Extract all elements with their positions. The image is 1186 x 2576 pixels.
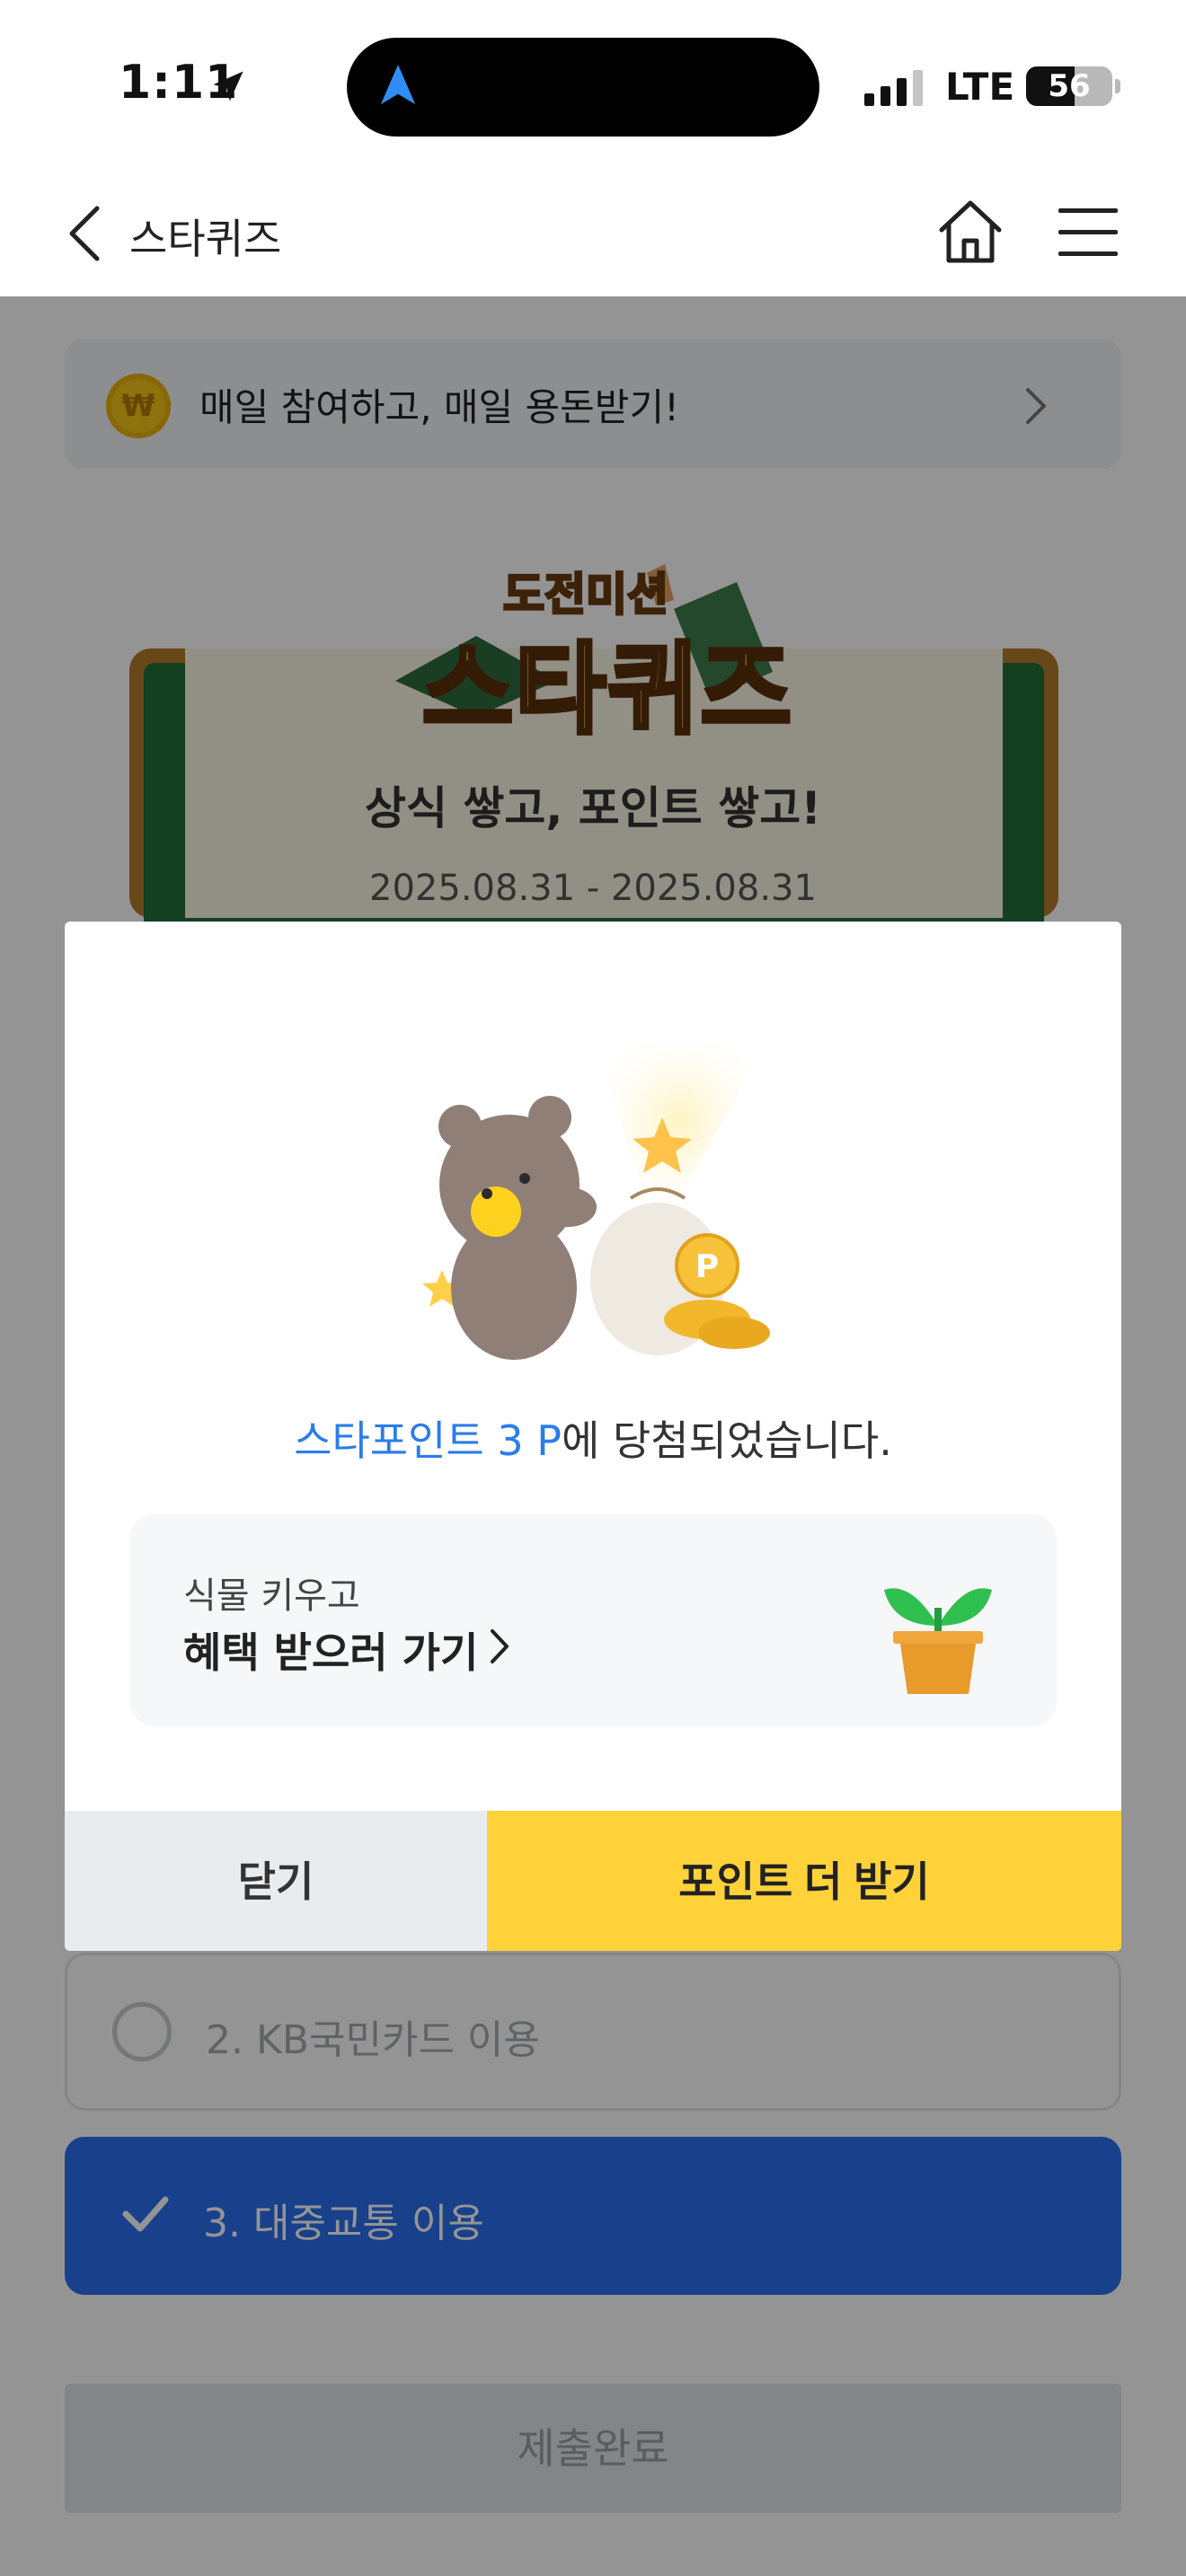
- result-rest: 에 당첨되었습니다.: [562, 1416, 892, 1465]
- reward-modal: P 스타포인트 3 P에 당첨되었습니다. 식물 키우고 혜택 받으러 가기 닫…: [65, 922, 1121, 1951]
- page-title: 스타퀴즈: [129, 215, 282, 263]
- result-highlight: 스타포인트 3 P: [294, 1416, 562, 1465]
- battery-icon: 56: [1026, 66, 1112, 106]
- nav-bar: 스타퀴즈: [0, 171, 1186, 296]
- benefit-link: 혜택 받으러 가기: [183, 1628, 479, 1677]
- get-more-points-button[interactable]: 포인트 더 받기: [487, 1811, 1121, 1951]
- close-button[interactable]: 닫기: [65, 1811, 487, 1951]
- battery-cap: [1115, 79, 1120, 93]
- bear-reward-illustration: P: [422, 1045, 770, 1360]
- navigation-arrow-icon: [380, 65, 416, 105]
- network-type: LTE: [945, 65, 1015, 109]
- plant-benefit-card[interactable]: 식물 키우고 혜택 받으러 가기: [129, 1514, 1057, 1726]
- menu-icon[interactable]: [1057, 205, 1120, 259]
- svg-text:P: P: [695, 1248, 719, 1285]
- battery-percent: 56: [1048, 68, 1091, 104]
- location-arrow-icon: [213, 71, 243, 101]
- status-bar: 1:11 LTE 56: [0, 0, 1186, 171]
- result-message: 스타포인트 3 P에 당첨되었습니다.: [65, 1408, 1121, 1468]
- sprout-pot-icon: [884, 1588, 992, 1694]
- benefit-subtitle: 식물 키우고: [183, 1575, 360, 1617]
- chevron-right-icon: [491, 1629, 509, 1663]
- back-chevron-icon[interactable]: [63, 205, 108, 262]
- home-icon[interactable]: [934, 198, 1006, 266]
- cellular-signal-icon: [864, 70, 923, 106]
